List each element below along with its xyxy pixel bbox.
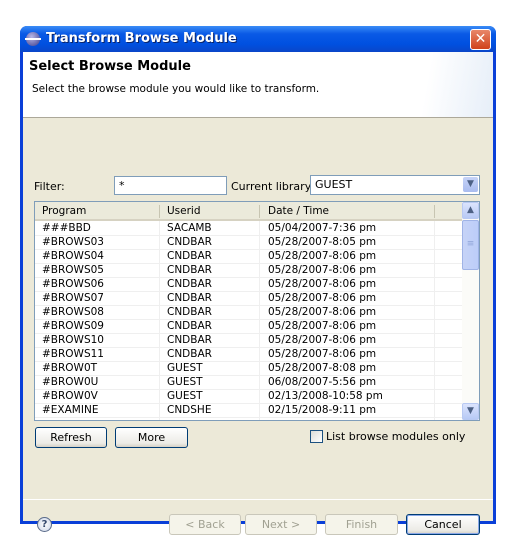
title-bar[interactable]: Transform Browse Module ✕: [20, 26, 496, 52]
userid-cell: GUEST: [167, 390, 203, 402]
userid-cell: CNDBAR: [167, 250, 212, 262]
vertical-scrollbar[interactable]: ▲ ≡ ▼: [462, 202, 479, 420]
userid-cell: GUEST: [167, 362, 203, 374]
program-cell: #BROWS07: [42, 292, 104, 304]
refresh-button[interactable]: Refresh: [35, 427, 107, 448]
userid-cell: CNDBAR: [167, 278, 212, 290]
date-cell: 05/28/2007-8:06 pm: [268, 250, 377, 262]
program-cell: #BROW0V: [42, 390, 98, 402]
date-cell: 05/04/2007-7:36 pm: [268, 222, 377, 234]
date-cell: 05/28/2007-8:06 pm: [268, 306, 377, 318]
userid-cell: CNDBAR: [167, 334, 212, 346]
scroll-down-button[interactable]: ▼: [462, 403, 479, 420]
table-row[interactable]: #BROWS03 CNDBAR 05/28/2007-8:05 pm: [35, 236, 462, 250]
column-program[interactable]: Program: [42, 205, 86, 217]
filter-input[interactable]: *: [114, 176, 227, 195]
list-browse-modules-checkbox[interactable]: [310, 430, 323, 443]
back-button[interactable]: < Back: [169, 514, 241, 535]
date-cell: 05/28/2007-8:06 pm: [268, 278, 377, 290]
table-row[interactable]: #BROWS04 CNDBAR 05/28/2007-8:06 pm: [35, 250, 462, 264]
userid-cell: CNDBAR: [167, 264, 212, 276]
table-row[interactable]: #BROW0V GUEST 02/13/2008-10:58 pm: [35, 390, 462, 404]
date-cell: 02/15/2008-9:11 pm: [268, 404, 377, 416]
userid-cell: CNDBAR: [167, 236, 212, 248]
table-row[interactable]: #BROW0U GUEST 06/08/2007-5:56 pm: [35, 376, 462, 390]
program-cell: #BROWS03: [42, 236, 104, 248]
close-icon: ✕: [474, 31, 487, 47]
column-date-time[interactable]: Date / Time: [268, 205, 329, 217]
module-table: Program Userid Date / Time ###BBD SACAMB 0…: [34, 201, 480, 421]
table-row[interactable]: #BROW0T GUEST 05/28/2007-8:08 pm: [35, 362, 462, 376]
library-label: Current library:: [231, 180, 315, 193]
date-cell: 05/28/2007-8:06 pm: [268, 320, 377, 332]
library-combo[interactable]: GUEST ▼: [310, 175, 480, 195]
column-userid[interactable]: Userid: [167, 205, 201, 217]
program-cell: #EXAMINE: [42, 404, 99, 416]
date-cell: 06/08/2007-5:56 pm: [268, 376, 377, 388]
table-row[interactable]: #BROWS06 CNDBAR 05/28/2007-8:06 pm: [35, 278, 462, 292]
userid-cell: GUEST: [167, 376, 203, 388]
page-description: Select the browse module you would like …: [32, 83, 320, 95]
date-cell: 02/13/2008-10:58 pm: [268, 390, 383, 402]
cancel-button[interactable]: Cancel: [406, 514, 480, 535]
page-title: Select Browse Module: [29, 59, 191, 74]
table-row[interactable]: ###BBD SACAMB 05/04/2007-7:36 pm: [35, 222, 462, 236]
userid-cell: CNDBAR: [167, 306, 212, 318]
library-value: GUEST: [315, 178, 353, 191]
program-cell: #BROWS10: [42, 334, 104, 346]
table-row[interactable]: #BROWS08 CNDBAR 05/28/2007-8:06 pm: [35, 306, 462, 320]
table-row[interactable]: #BROWS07 CNDBAR 05/28/2007-8:06 pm: [35, 292, 462, 306]
checkbox-label[interactable]: List browse modules only: [326, 430, 465, 443]
program-cell: #BROW0U: [42, 376, 99, 388]
userid-cell: CNDBAR: [167, 320, 212, 332]
eclipse-icon: [25, 32, 41, 46]
separator: [23, 499, 493, 500]
date-cell: 05/28/2007-8:08 pm: [268, 362, 377, 374]
help-icon[interactable]: ?: [37, 517, 52, 532]
program-cell: #BROW0T: [42, 362, 98, 374]
program-cell: #BROWS06: [42, 278, 104, 290]
userid-cell: SACAMB: [167, 222, 212, 234]
scroll-up-button[interactable]: ▲: [462, 202, 479, 219]
program-cell: #BROWS11: [42, 348, 104, 360]
dialog-body: Select Browse Module Select the browse m…: [23, 52, 493, 535]
table-row[interactable]: #EXAMINE CNDSHE 02/15/2008-9:11 pm: [35, 404, 462, 418]
finish-button[interactable]: Finish: [325, 514, 398, 535]
scroll-thumb[interactable]: ≡: [462, 220, 479, 270]
filter-label: Filter:: [34, 180, 65, 193]
program-cell: #BROWS04: [42, 250, 104, 262]
close-button[interactable]: ✕: [470, 29, 491, 50]
date-cell: 05/28/2007-8:06 pm: [268, 334, 377, 346]
program-cell: #BROWS08: [42, 306, 104, 318]
userid-cell: CNDBAR: [167, 348, 212, 360]
dialog-window: Transform Browse Module ✕ Select Browse …: [20, 26, 496, 535]
date-cell: 05/28/2007-8:06 pm: [268, 348, 377, 360]
table-header: Program Userid Date / Time: [35, 202, 462, 221]
userid-cell: CNDBAR: [167, 292, 212, 304]
userid-cell: CNDSHE: [167, 404, 212, 416]
wizard-header: Select Browse Module Select the browse m…: [23, 52, 493, 118]
next-button[interactable]: Next >: [245, 514, 317, 535]
table-row[interactable]: #BROWS10 CNDBAR 05/28/2007-8:06 pm: [35, 334, 462, 348]
window-title: Transform Browse Module: [46, 31, 237, 46]
program-cell: ###BBD: [42, 222, 91, 234]
program-cell: #BROWS05: [42, 264, 104, 276]
table-row[interactable]: #BROWS09 CNDBAR 05/28/2007-8:06 pm: [35, 320, 462, 334]
table-row[interactable]: #BROWS05 CNDBAR 05/28/2007-8:06 pm: [35, 264, 462, 278]
date-cell: 05/28/2007-8:05 pm: [268, 236, 377, 248]
date-cell: 05/28/2007-8:06 pm: [268, 264, 377, 276]
more-button[interactable]: More: [115, 427, 188, 448]
program-cell: #BROWS09: [42, 320, 104, 332]
table-row[interactable]: #BROWS11 CNDBAR 05/28/2007-8:06 pm: [35, 348, 462, 362]
date-cell: 05/28/2007-8:06 pm: [268, 292, 377, 304]
chevron-down-icon[interactable]: ▼: [463, 177, 478, 192]
